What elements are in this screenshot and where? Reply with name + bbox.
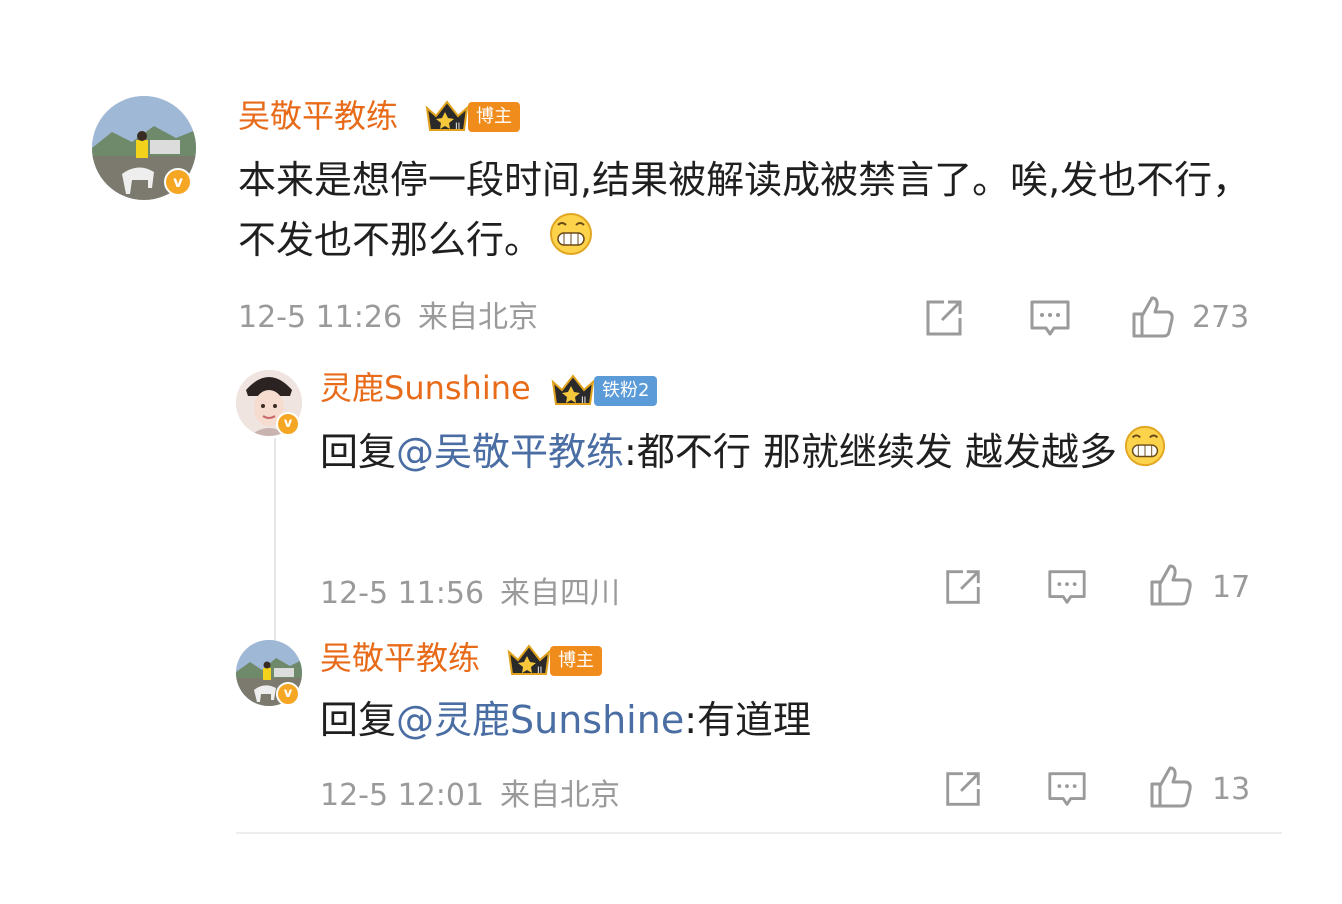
comment-text: 回复@灵鹿Sunshine:有道理: [320, 690, 1250, 750]
reply-prefix: 回复: [320, 698, 397, 742]
mention-link[interactable]: @吴敬平教练: [396, 430, 624, 474]
author-name[interactable]: 吴敬平教练: [238, 96, 398, 136]
comment-icon[interactable]: [1028, 296, 1072, 340]
comment-location: 来自北京: [418, 300, 538, 335]
comment-time: 12-5 11:26: [238, 300, 403, 335]
comment-icon[interactable]: [1046, 768, 1088, 810]
comment-body: :有道理: [684, 698, 812, 742]
comment-icon[interactable]: [1046, 566, 1088, 608]
crown-icon: II: [507, 644, 551, 676]
comment-text: 回复@吴敬平教练:都不行 那就继续发 越发越多: [320, 422, 1250, 485]
fan-badge: 博主: [550, 646, 602, 676]
comment-body: :都不行 那就继续发 越发越多: [624, 430, 1117, 474]
comment-time: 12-5 12:01: [320, 778, 485, 813]
verified-icon: v: [276, 682, 300, 706]
grin-emoji-icon: [1123, 424, 1167, 485]
comment-location: 来自四川: [500, 576, 620, 611]
share-icon[interactable]: [942, 566, 984, 608]
like-count: 13: [1212, 772, 1251, 807]
author-name[interactable]: 吴敬平教练: [320, 638, 480, 678]
like-icon[interactable]: [1148, 764, 1194, 810]
fan-badge: 铁粉2: [594, 376, 658, 406]
crown-icon: II: [425, 100, 469, 132]
comment-location: 来自北京: [500, 778, 620, 813]
verified-icon: v: [164, 168, 192, 196]
grin-emoji-icon: [548, 211, 594, 274]
like-count: 17: [1212, 570, 1251, 605]
like-count: 273: [1192, 300, 1250, 335]
divider: [236, 832, 1282, 834]
share-icon[interactable]: [942, 768, 984, 810]
crown-icon: II: [551, 374, 595, 406]
verified-icon: v: [276, 412, 300, 436]
comment-body: 本来是想停一段时间,结果被解读成被禁言了。唉,发也不行，不发也不那么行。: [238, 158, 1251, 262]
svg-text:II: II: [537, 666, 542, 676]
author-name[interactable]: 灵鹿Sunshine: [320, 368, 531, 408]
svg-text:II: II: [581, 396, 586, 406]
mention-link[interactable]: @灵鹿Sunshine: [396, 698, 684, 742]
reply-prefix: 回复: [320, 430, 397, 474]
like-icon[interactable]: [1148, 562, 1194, 608]
share-icon[interactable]: [922, 296, 966, 340]
svg-text:II: II: [455, 122, 460, 132]
comment-time: 12-5 11:56: [320, 576, 485, 611]
like-icon[interactable]: [1130, 294, 1176, 340]
fan-badge: 博主: [468, 102, 520, 132]
comment-text: 本来是想停一段时间,结果被解读成被禁言了。唉,发也不行，不发也不那么行。: [238, 150, 1278, 274]
